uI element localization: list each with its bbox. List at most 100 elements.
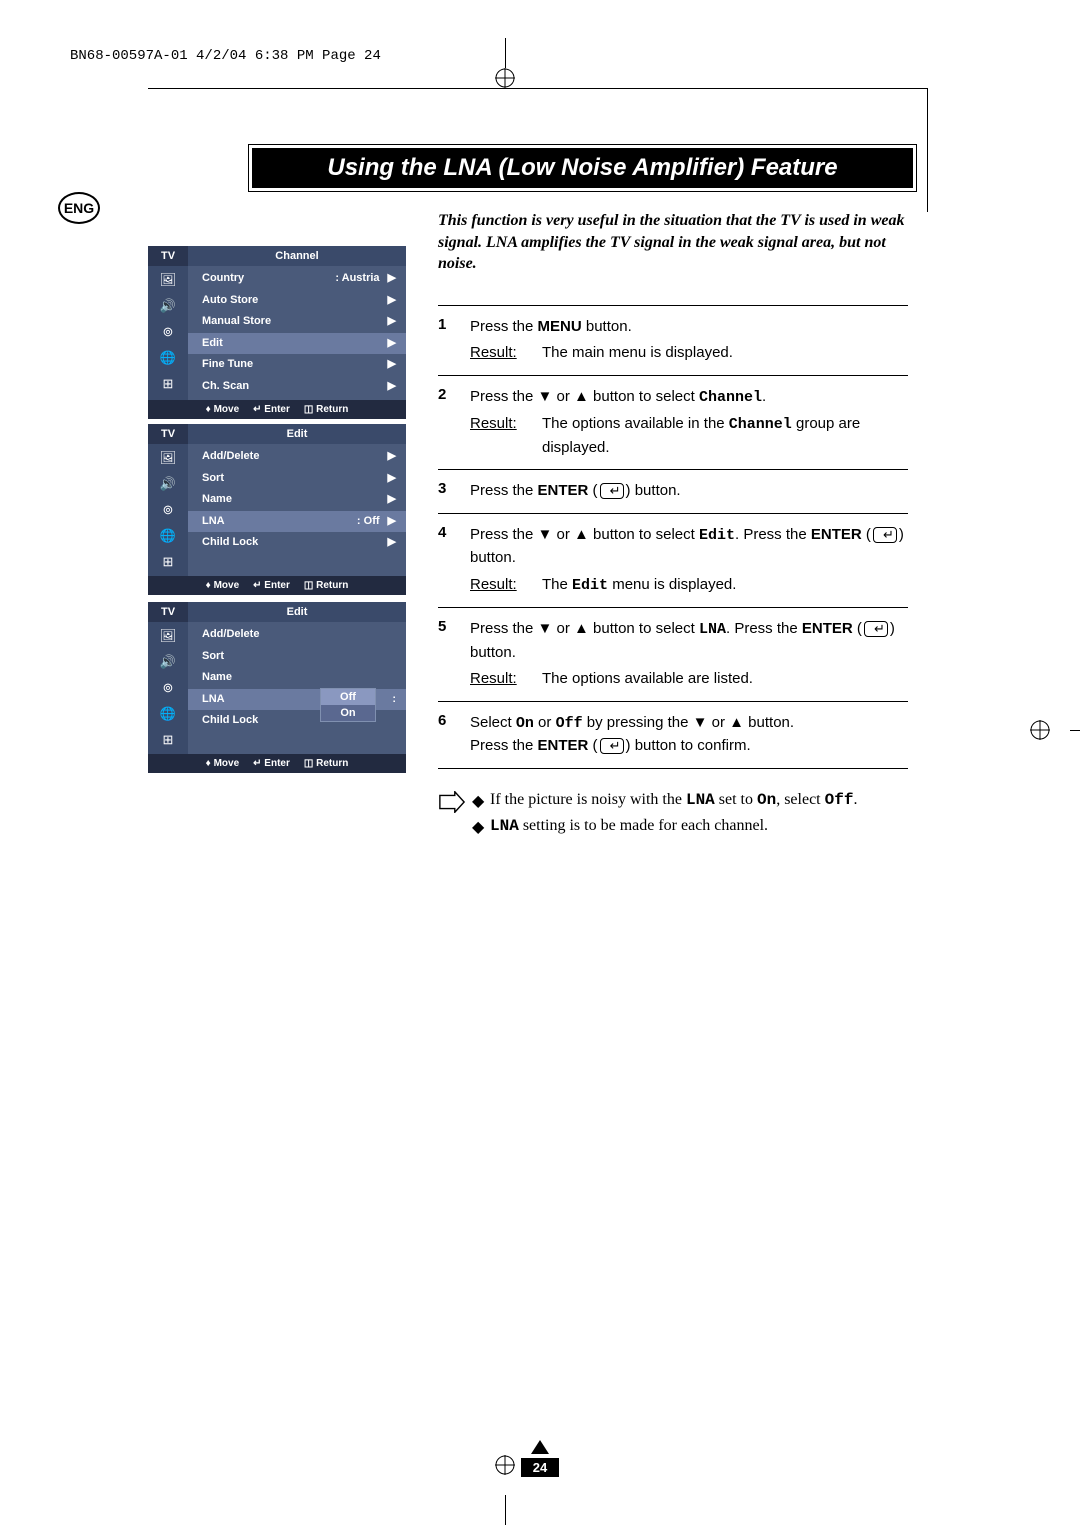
step-number: 5 bbox=[438, 618, 470, 691]
pip-icon: ⊞ bbox=[156, 730, 180, 750]
osd-row-label: Auto Store bbox=[202, 292, 258, 310]
osd-row-label: Name bbox=[202, 491, 232, 509]
osd-tab-tv: TV bbox=[148, 602, 188, 622]
pointer-icon bbox=[438, 791, 466, 813]
step-line: Press the MENU button. bbox=[470, 316, 908, 339]
page-frame: Using the LNA (Low Noise Amplifier) Feat… bbox=[148, 88, 928, 212]
osd-move-hint: ♦ Move bbox=[206, 404, 239, 415]
step-body: Press the ENTER () button. bbox=[470, 480, 908, 503]
setup-icon: 🌐 bbox=[156, 348, 180, 368]
osd-tab-channel: Channel bbox=[188, 246, 406, 266]
osd-row-value: : bbox=[392, 691, 396, 709]
osd-row-label: Ch. Scan bbox=[202, 378, 249, 396]
osd-row-value: ▶ bbox=[380, 335, 396, 353]
osd-row-value: : Off▶ bbox=[357, 513, 396, 531]
step: 2Press the ▼ or ▲ button to select Chann… bbox=[438, 376, 908, 471]
page-number-value: 24 bbox=[521, 1458, 559, 1477]
enter-icon bbox=[600, 483, 624, 499]
osd-row-label: Country bbox=[202, 270, 244, 288]
result-label: Result: bbox=[470, 574, 530, 598]
step-number: 1 bbox=[438, 316, 470, 365]
sound-icon: 🔊 bbox=[156, 474, 180, 494]
content-area: This function is very useful in the situ… bbox=[148, 210, 928, 843]
step-line: Press the ▼ or ▲ button to select Edit. … bbox=[470, 524, 908, 570]
step: 4Press the ▼ or ▲ button to select Edit.… bbox=[438, 514, 908, 609]
osd-enter-hint: ↵ Enter bbox=[253, 404, 290, 415]
osd-return-hint: ◫ Return bbox=[304, 404, 348, 415]
setup-icon: 🌐 bbox=[156, 526, 180, 546]
step-number: 6 bbox=[438, 712, 470, 758]
osd-edit-menu: TV Edit 🖼 🔊 ⊚ 🌐 ⊞ Add/Delete▶Sort▶Name▶L… bbox=[148, 424, 406, 595]
osd-move-hint: ♦ Move bbox=[206, 758, 239, 769]
osd-row-value: ▶ bbox=[380, 448, 396, 466]
step-number: 2 bbox=[438, 386, 470, 460]
step-body: Select On or Off by pressing the ▼ or ▲ … bbox=[470, 712, 908, 758]
osd-tab-tv: TV bbox=[148, 424, 188, 444]
osd-row-label: Sort bbox=[202, 648, 224, 666]
osd-row-label: LNA bbox=[202, 513, 225, 531]
osd-footer: ♦ Move ↵ Enter ◫ Return bbox=[148, 754, 406, 773]
pip-icon: ⊞ bbox=[156, 552, 180, 572]
page-number: 24 bbox=[0, 1440, 1080, 1477]
result-label: Result: bbox=[470, 342, 530, 365]
lang-badge: ENG bbox=[58, 192, 100, 224]
step-body: Press the ▼ or ▲ button to select Edit. … bbox=[470, 524, 908, 598]
step-number: 3 bbox=[438, 480, 470, 503]
osd-row-value: ▶ bbox=[380, 491, 396, 509]
osd-row-label: Fine Tune bbox=[202, 356, 253, 374]
step-number: 4 bbox=[438, 524, 470, 598]
result-text: The options available are listed. bbox=[542, 668, 908, 691]
notes-section: ◆If the picture is noisy with the LNA se… bbox=[438, 791, 908, 843]
osd-row: Ch. Scan ▶ bbox=[188, 376, 406, 398]
osd-row-value: ▶ bbox=[380, 313, 396, 331]
osd-row: Manual Store▶ bbox=[188, 311, 406, 333]
page-title: Using the LNA (Low Noise Amplifier) Feat… bbox=[252, 148, 913, 188]
osd-tab-edit: Edit bbox=[188, 424, 406, 444]
note-bullet: ◆LNA setting is to be made for each chan… bbox=[472, 817, 908, 837]
osd-lna-popup-menu: TV Edit 🖼 🔊 ⊚ 🌐 ⊞ Add/DeleteSortNameLNA:… bbox=[148, 602, 406, 773]
sound-icon: 🔊 bbox=[156, 652, 180, 672]
step-line: Select On or Off by pressing the ▼ or ▲ … bbox=[470, 712, 908, 736]
title-bar: Using the LNA (Low Noise Amplifier) Feat… bbox=[248, 144, 917, 192]
osd-enter-hint: ↵ Enter bbox=[253, 758, 290, 769]
osd-row-label: Add/Delete bbox=[202, 448, 259, 466]
osd-row: Name bbox=[188, 667, 406, 689]
step: 1Press the MENU button. Result: The main m… bbox=[438, 305, 908, 376]
setup-icon: 🌐 bbox=[156, 704, 180, 724]
osd-row-value: : Austria▶ bbox=[335, 270, 396, 288]
diamond-icon: ◆ bbox=[472, 817, 490, 837]
step-body: Press the ▼ or ▲ button to select LNA. P… bbox=[470, 618, 908, 691]
osd-row-value: ▶ bbox=[380, 470, 396, 488]
osd-footer: ♦ Move ↵ Enter ◫ Return bbox=[148, 400, 406, 419]
note-bullet: ◆If the picture is noisy with the LNA se… bbox=[472, 791, 908, 811]
enter-icon bbox=[864, 621, 888, 637]
osd-row-value: ▶ bbox=[380, 292, 396, 310]
step: 6Select On or Off by pressing the ▼ or ▲… bbox=[438, 702, 908, 769]
osd-row: Edit ▶ bbox=[188, 333, 406, 355]
pip-icon: ⊞ bbox=[156, 374, 180, 394]
note-text: LNA setting is to be made for each chann… bbox=[490, 817, 768, 837]
osd-row: Add/Delete bbox=[188, 624, 406, 646]
picture-icon: 🖼 bbox=[156, 448, 180, 468]
note-text: If the picture is noisy with the LNA set… bbox=[490, 791, 857, 811]
osd-row: Sort▶ bbox=[188, 468, 406, 490]
osd-return-hint: ◫ Return bbox=[304, 758, 348, 769]
osd-row: Auto Store ▶ bbox=[188, 290, 406, 312]
osd-return-hint: ◫ Return bbox=[304, 580, 348, 591]
osd-row-label: Edit bbox=[202, 335, 223, 353]
osd-row: Child Lock▶ bbox=[188, 532, 406, 554]
result-label: Result: bbox=[470, 413, 530, 459]
osd-row-label: Name bbox=[202, 669, 232, 687]
osd-row: Name ▶ bbox=[188, 489, 406, 511]
osd-row-label: Child Lock bbox=[202, 712, 258, 730]
channel-icon: ⊚ bbox=[156, 500, 180, 520]
osd-row-value: ▶ bbox=[380, 378, 396, 396]
osd-sidebar-icons: 🖼 🔊 ⊚ 🌐 ⊞ bbox=[148, 444, 188, 576]
osd-row: Fine Tune ▶ bbox=[188, 354, 406, 376]
picture-icon: 🖼 bbox=[156, 626, 180, 646]
osd-row-value: ▶ bbox=[380, 356, 396, 374]
channel-icon: ⊚ bbox=[156, 678, 180, 698]
osd-enter-hint: ↵ Enter bbox=[253, 580, 290, 591]
result-text: The main menu is displayed. bbox=[542, 342, 908, 365]
triangle-icon bbox=[531, 1440, 549, 1454]
